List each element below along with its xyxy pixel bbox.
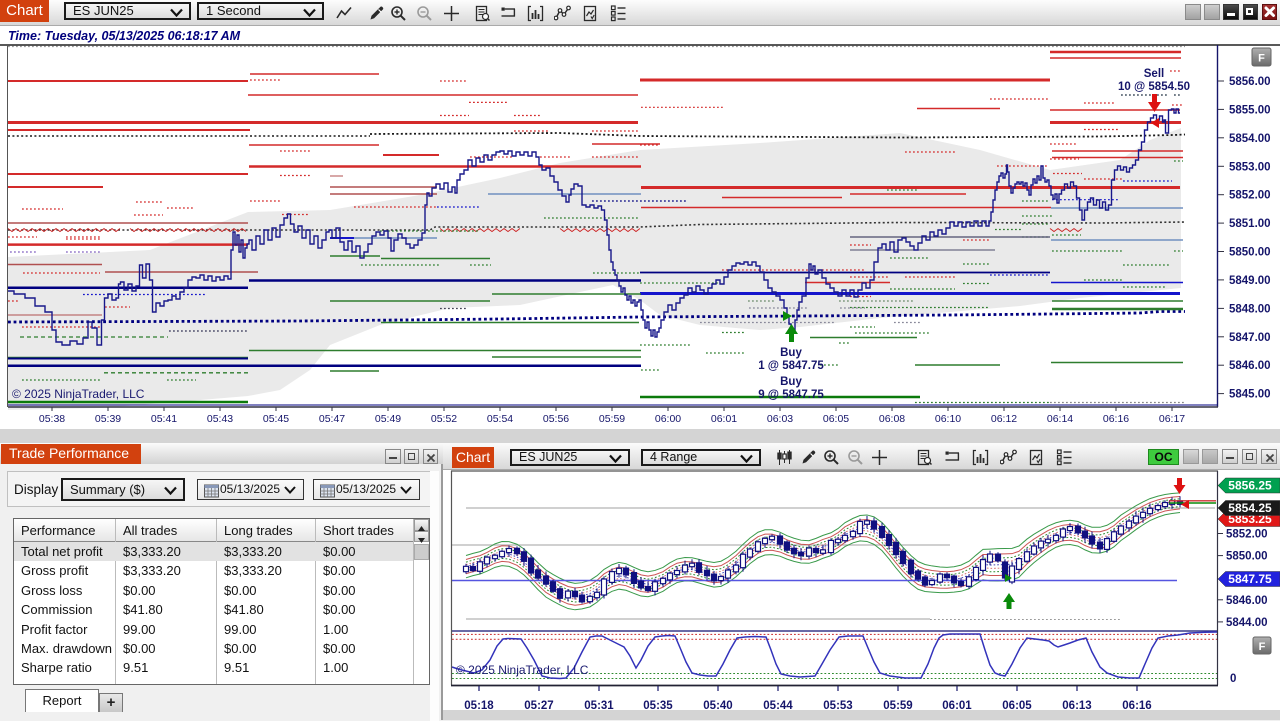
- svg-text:5850.00: 5850.00: [1229, 247, 1271, 259]
- svg-text:06:01: 06:01: [711, 413, 737, 425]
- svg-text:05:41: 05:41: [151, 413, 177, 425]
- svg-text:5849.00: 5849.00: [1229, 275, 1271, 287]
- svg-text:05:54: 05:54: [487, 413, 513, 425]
- svg-text:Buy: Buy: [780, 347, 802, 359]
- svg-text:5844.00: 5844.00: [1226, 617, 1268, 629]
- svg-text:5855.00: 5855.00: [1229, 104, 1271, 116]
- svg-text:5856.25: 5856.25: [1228, 479, 1272, 493]
- svg-text:© 2025 NinjaTrader, LLC: © 2025 NinjaTrader, LLC: [12, 387, 145, 401]
- svg-text:06:08: 06:08: [879, 413, 905, 425]
- svg-text:1 @ 5847.75: 1 @ 5847.75: [758, 360, 824, 372]
- svg-text:06:03: 06:03: [767, 413, 793, 425]
- svg-text:06:10: 06:10: [935, 413, 961, 425]
- svg-text:F: F: [1258, 53, 1265, 65]
- svg-text:9 @ 5847.75: 9 @ 5847.75: [758, 389, 824, 401]
- svg-text:05:59: 05:59: [599, 413, 625, 425]
- svg-text:05:38: 05:38: [39, 413, 65, 425]
- svg-text:05:45: 05:45: [263, 413, 289, 425]
- svg-text:© 2025 NinjaTrader, LLC: © 2025 NinjaTrader, LLC: [456, 663, 589, 677]
- svg-text:05:56: 05:56: [543, 413, 569, 425]
- svg-text:5846.00: 5846.00: [1229, 360, 1271, 372]
- svg-text:Buy: Buy: [780, 376, 802, 388]
- svg-text:05:52: 05:52: [431, 413, 457, 425]
- svg-text:06:14: 06:14: [1047, 413, 1073, 425]
- svg-text:5846.00: 5846.00: [1226, 595, 1268, 607]
- svg-text:5845.00: 5845.00: [1229, 389, 1271, 401]
- svg-text:5852.00: 5852.00: [1226, 529, 1268, 541]
- svg-text:05:43: 05:43: [207, 413, 233, 425]
- svg-text:0: 0: [1230, 673, 1236, 685]
- svg-text:5852.00: 5852.00: [1229, 190, 1271, 202]
- svg-text:05:47: 05:47: [319, 413, 345, 425]
- svg-text:06:16: 06:16: [1103, 413, 1129, 425]
- svg-text:5853.00: 5853.00: [1229, 161, 1271, 173]
- svg-text:5851.00: 5851.00: [1229, 218, 1271, 230]
- svg-text:5850.00: 5850.00: [1226, 551, 1268, 563]
- svg-text:F: F: [1259, 641, 1266, 653]
- svg-text:06:00: 06:00: [655, 413, 681, 425]
- svg-text:Sell: Sell: [1144, 68, 1164, 80]
- svg-text:06:17: 06:17: [1159, 413, 1185, 425]
- svg-text:5847.75: 5847.75: [1228, 572, 1272, 586]
- svg-text:06:05: 06:05: [823, 413, 849, 425]
- svg-text:5856.00: 5856.00: [1229, 76, 1271, 88]
- svg-text:06:12: 06:12: [991, 413, 1017, 425]
- svg-text:5847.00: 5847.00: [1229, 332, 1271, 344]
- svg-text:5854.00: 5854.00: [1229, 133, 1271, 145]
- svg-text:5854.25: 5854.25: [1228, 501, 1272, 515]
- svg-text:10 @ 5854.50: 10 @ 5854.50: [1118, 81, 1190, 93]
- svg-text:05:49: 05:49: [375, 413, 401, 425]
- svg-text:05:39: 05:39: [95, 413, 121, 425]
- svg-text:5848.00: 5848.00: [1229, 303, 1271, 315]
